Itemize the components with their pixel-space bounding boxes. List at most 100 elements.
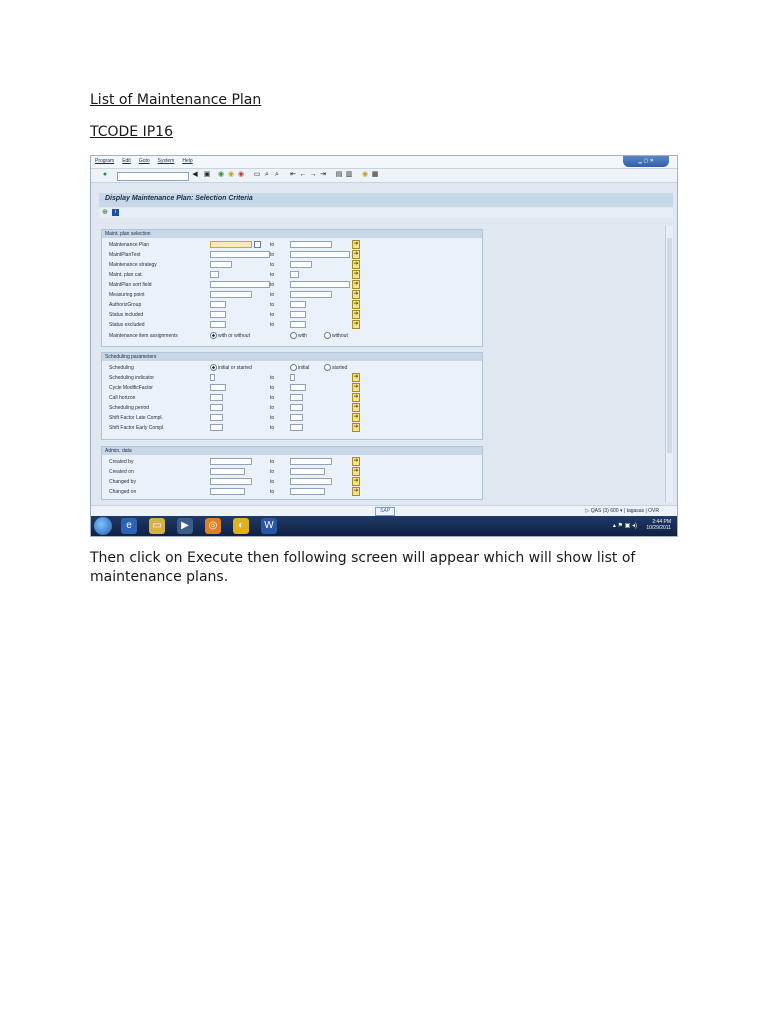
input-mode[interactable]: OVR [648, 508, 659, 514]
radio-with-or-without[interactable]: with or without [210, 332, 250, 339]
multiple-selection-icon[interactable]: ➜ [352, 310, 360, 319]
shift-factor-late-to-input[interactable] [290, 414, 303, 421]
search-help-icon[interactable] [254, 241, 261, 248]
measuring-point-to-input[interactable] [290, 291, 332, 298]
print-icon[interactable]: ▭ [253, 171, 261, 179]
strategy-to-input[interactable] [290, 261, 312, 268]
shift-factor-early-to-input[interactable] [290, 424, 303, 431]
multiple-selection-icon[interactable]: ➜ [352, 383, 360, 392]
created-on-to-input[interactable] [290, 468, 325, 475]
cycle-factor-to-input[interactable] [290, 384, 306, 391]
media-player-icon[interactable]: ▶ [177, 518, 193, 534]
multiple-selection-icon[interactable]: ➜ [352, 403, 360, 412]
menu-item-goto[interactable]: Goto [139, 158, 150, 164]
plan-text-to-input[interactable] [290, 251, 350, 258]
radio-initial-or-started[interactable]: initial or started [210, 364, 252, 371]
changed-by-from-input[interactable] [210, 478, 252, 485]
find-icon[interactable]: ⌕ [263, 171, 271, 179]
call-horizon-to-input[interactable] [290, 394, 303, 401]
multiple-selection-icon[interactable]: ➜ [352, 457, 360, 466]
radio-started[interactable]: started [324, 364, 347, 371]
multiple-selection-icon[interactable]: ➜ [352, 250, 360, 259]
auth-group-from-input[interactable] [210, 301, 226, 308]
plan-text-from-input[interactable] [210, 251, 270, 258]
menu-item-system[interactable]: System [158, 158, 175, 164]
created-on-from-input[interactable] [210, 468, 245, 475]
multiple-selection-icon[interactable]: ➜ [352, 280, 360, 289]
status-excluded-to-input[interactable] [290, 321, 306, 328]
back-arrow-icon[interactable]: ◀ [191, 171, 199, 179]
maintenance-plan-from-input[interactable] [210, 241, 252, 248]
system-tray-icons[interactable]: ▴ ⚑ ▣ ◂) [613, 522, 637, 529]
scheduling-period-from-input[interactable] [210, 404, 223, 411]
multiple-selection-icon[interactable]: ➜ [352, 240, 360, 249]
sort-field-to-input[interactable] [290, 281, 350, 288]
scrollbar-thumb[interactable] [667, 238, 672, 453]
layout-icon[interactable]: ▦ [371, 171, 379, 179]
multiple-selection-icon[interactable]: ➜ [352, 373, 360, 382]
radio-with[interactable]: with [290, 332, 307, 339]
shift-factor-early-from-input[interactable] [210, 424, 223, 431]
sap-logon-icon[interactable]: ◎ [205, 518, 221, 534]
call-horizon-from-input[interactable] [210, 394, 223, 401]
word-icon[interactable]: W [261, 518, 277, 534]
measuring-point-from-input[interactable] [210, 291, 252, 298]
system-info[interactable]: QAS (3) 600 [591, 508, 619, 514]
info-icon[interactable]: i [112, 209, 119, 216]
scheduling-indicator-to-input[interactable] [290, 374, 295, 381]
new-session-icon[interactable]: ▤ [335, 171, 343, 179]
previous-page-icon[interactable]: ← [299, 171, 307, 179]
save-icon[interactable]: ▣ [203, 171, 211, 179]
multiple-selection-icon[interactable]: ➜ [352, 423, 360, 432]
menu-item-program[interactable]: Program [95, 158, 114, 164]
last-page-icon[interactable]: ⇥ [319, 171, 327, 179]
multiple-selection-icon[interactable]: ➜ [352, 270, 360, 279]
play-icon[interactable]: ▷ [586, 508, 590, 514]
multiple-selection-icon[interactable]: ➜ [352, 477, 360, 486]
back-icon[interactable]: ◉ [217, 171, 225, 179]
changed-on-from-input[interactable] [210, 488, 245, 495]
dropdown-icon[interactable]: ▾ [620, 508, 623, 514]
multiple-selection-icon[interactable]: ➜ [352, 290, 360, 299]
scheduling-period-to-input[interactable] [290, 404, 303, 411]
plan-category-from-input[interactable] [210, 271, 219, 278]
multiple-selection-icon[interactable]: ➜ [352, 467, 360, 476]
command-field[interactable] [117, 172, 189, 181]
folder-icon[interactable]: ▭ [149, 518, 165, 534]
plan-category-to-input[interactable] [290, 271, 299, 278]
find-next-icon[interactable]: ⌕ [273, 171, 281, 179]
status-excluded-from-input[interactable] [210, 321, 226, 328]
changed-by-to-input[interactable] [290, 478, 332, 485]
cancel-icon[interactable]: ◉ [237, 171, 245, 179]
changed-on-to-input[interactable] [290, 488, 325, 495]
status-included-from-input[interactable] [210, 311, 226, 318]
shift-factor-late-from-input[interactable] [210, 414, 223, 421]
status-included-to-input[interactable] [290, 311, 306, 318]
next-page-icon[interactable]: → [309, 171, 317, 179]
execute-icon[interactable]: ⊕ [102, 208, 108, 216]
multiple-selection-icon[interactable]: ➜ [352, 320, 360, 329]
cycle-factor-from-input[interactable] [210, 384, 226, 391]
multiple-selection-icon[interactable]: ➜ [352, 413, 360, 422]
multiple-selection-icon[interactable]: ➜ [352, 393, 360, 402]
menu-item-edit[interactable]: Edit [122, 158, 131, 164]
radio-without[interactable]: without [324, 332, 348, 339]
first-page-icon[interactable]: ⇤ [289, 171, 297, 179]
exit-icon[interactable]: ◉ [227, 171, 235, 179]
shortcut-icon[interactable]: ▥ [345, 171, 353, 179]
created-by-to-input[interactable] [290, 458, 332, 465]
enter-icon[interactable]: ● [101, 171, 109, 179]
multiple-selection-icon[interactable]: ➜ [352, 260, 360, 269]
window-controls[interactable]: ▁ ▢ ✕ [623, 156, 669, 167]
sort-field-from-input[interactable] [210, 281, 270, 288]
sap-gui-icon[interactable]: ◐ [233, 518, 249, 534]
start-button-icon[interactable] [94, 517, 112, 535]
auth-group-to-input[interactable] [290, 301, 306, 308]
help-icon[interactable]: ◉ [361, 171, 369, 179]
created-by-from-input[interactable] [210, 458, 252, 465]
multiple-selection-icon[interactable]: ➜ [352, 300, 360, 309]
menu-item-help[interactable]: Help [182, 158, 192, 164]
strategy-from-input[interactable] [210, 261, 232, 268]
maintenance-plan-to-input[interactable] [290, 241, 332, 248]
taskbar-clock[interactable]: 2:44 PM 10/29/2011 [646, 519, 671, 531]
